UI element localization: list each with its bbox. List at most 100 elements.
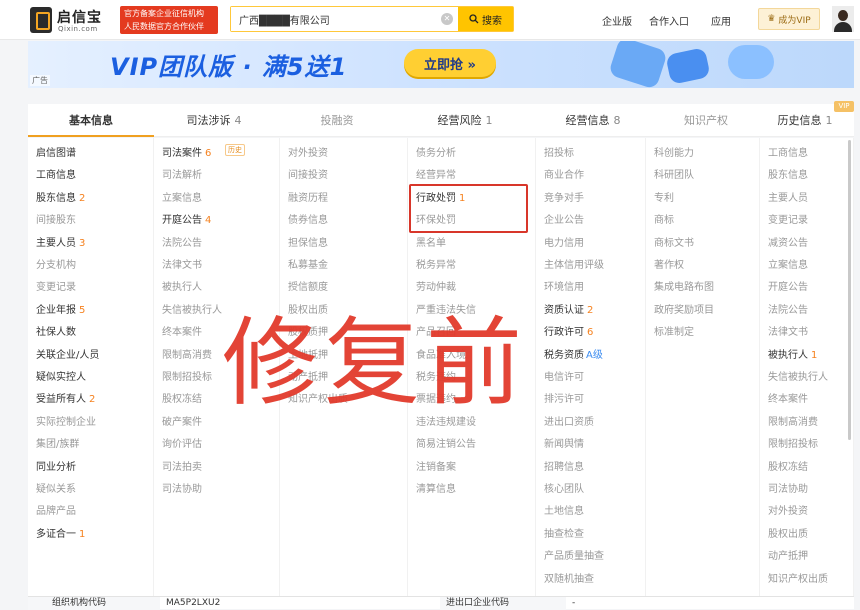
module-link[interactable]: 排污许可 bbox=[544, 393, 584, 407]
module-link[interactable]: 经营异常 bbox=[416, 169, 456, 183]
module-link[interactable]: 环境信用 bbox=[544, 281, 584, 295]
module-link[interactable]: 限制高消费 bbox=[162, 349, 212, 363]
scrollbar[interactable] bbox=[848, 140, 851, 440]
qixin-logo[interactable]: 启信宝 Qixin.com bbox=[30, 6, 110, 34]
module-link[interactable]: 司法协助 bbox=[768, 483, 808, 497]
module-link[interactable]: 集成电路布图 bbox=[654, 281, 714, 295]
module-link[interactable]: 失信被执行人 bbox=[768, 371, 828, 385]
module-link[interactable]: 法律文书 bbox=[162, 259, 202, 273]
module-link[interactable]: 间接投资 bbox=[288, 169, 328, 183]
module-link[interactable]: 品牌产品 bbox=[36, 505, 76, 519]
module-link[interactable]: 受益所有人 2 bbox=[36, 393, 95, 407]
module-link[interactable]: 双随机抽查 bbox=[544, 573, 594, 587]
module-link[interactable]: 商标 bbox=[654, 214, 674, 228]
module-link[interactable]: 电力信用 bbox=[544, 237, 584, 251]
module-link[interactable]: 融资历程 bbox=[288, 192, 328, 206]
tab-business-info[interactable]: 经营信息 8 bbox=[530, 104, 656, 137]
module-link[interactable]: 股东信息 2 bbox=[36, 192, 85, 206]
module-link[interactable]: 股权冻结 bbox=[162, 393, 202, 407]
module-link[interactable]: 资质认证 2 bbox=[544, 304, 593, 318]
module-link[interactable]: 企业年报 5 bbox=[36, 304, 85, 318]
module-link[interactable]: 企业公告 bbox=[544, 214, 584, 228]
module-link[interactable]: 科创能力 bbox=[654, 147, 694, 161]
module-link[interactable]: 工商信息 bbox=[768, 147, 808, 161]
module-link[interactable]: 同业分析 bbox=[36, 461, 76, 475]
clear-icon[interactable]: ✕ bbox=[441, 13, 453, 25]
module-link[interactable]: 税务资质 A级 bbox=[544, 349, 603, 363]
module-link[interactable]: 股权出质 bbox=[768, 528, 808, 542]
module-link[interactable]: 法院公告 bbox=[768, 304, 808, 318]
module-link[interactable]: 变更记录 bbox=[768, 214, 808, 228]
module-link[interactable]: 进出口资质 bbox=[544, 416, 594, 430]
user-avatar[interactable] bbox=[832, 6, 854, 32]
module-link[interactable]: 启信图谱 bbox=[36, 147, 76, 161]
module-link[interactable]: 失信被执行人 bbox=[162, 304, 222, 318]
module-link[interactable]: 社保人数 bbox=[36, 326, 76, 340]
module-link[interactable]: 商业合作 bbox=[544, 169, 584, 183]
tab-ip[interactable]: 知识产权 bbox=[656, 104, 756, 137]
module-link[interactable]: 主要人员 bbox=[768, 192, 808, 206]
tab-basic-info[interactable]: 基本信息 bbox=[28, 104, 154, 137]
module-link[interactable]: 知识产权出质 bbox=[768, 573, 828, 587]
module-link[interactable]: 新闻舆情 bbox=[544, 438, 584, 452]
module-link[interactable]: 注销备案 bbox=[416, 461, 456, 475]
tab-business-risk[interactable]: 经营风险 1 bbox=[400, 104, 530, 137]
tab-financing[interactable]: 投融资 bbox=[274, 104, 400, 137]
module-link[interactable]: 私募基金 bbox=[288, 259, 328, 273]
module-link[interactable]: 法律文书 bbox=[768, 326, 808, 340]
module-link[interactable]: 变更记录 bbox=[36, 281, 76, 295]
become-vip-button[interactable]: ♛ 成为VIP bbox=[758, 8, 820, 30]
tab-judicial[interactable]: 司法涉诉 4 bbox=[154, 104, 274, 137]
module-link[interactable]: 对外投资 bbox=[288, 147, 328, 161]
module-link[interactable]: 股东信息 bbox=[768, 169, 808, 183]
module-link[interactable]: 招聘信息 bbox=[544, 461, 584, 475]
module-link[interactable]: 开庭公告 bbox=[768, 281, 808, 295]
module-link[interactable]: 终本案件 bbox=[162, 326, 202, 340]
module-link[interactable]: 立案信息 bbox=[768, 259, 808, 273]
module-link[interactable]: 产品质量抽查 bbox=[544, 550, 604, 564]
module-link[interactable]: 疑似实控人 bbox=[36, 371, 86, 385]
module-link[interactable]: 电信许可 bbox=[544, 371, 584, 385]
module-link[interactable]: 多证合一 1 bbox=[36, 528, 85, 542]
module-link[interactable]: 主体信用评级 bbox=[544, 259, 604, 273]
module-link[interactable]: 疑似关系 bbox=[36, 483, 76, 497]
module-link[interactable]: 著作权 bbox=[654, 259, 684, 273]
module-link[interactable]: 限制招投标 bbox=[162, 371, 212, 385]
vip-promo-banner[interactable]: VIP团队版 · 满5送1 立即抢 » 广告 bbox=[28, 41, 854, 88]
module-link[interactable]: 减资公告 bbox=[768, 237, 808, 251]
module-link[interactable]: 司法案件 6 bbox=[162, 147, 211, 161]
module-link[interactable]: 税务异常 bbox=[416, 259, 456, 273]
module-link[interactable]: 担保信息 bbox=[288, 237, 328, 251]
module-link[interactable]: 实际控制企业 bbox=[36, 416, 96, 430]
module-link[interactable]: 核心团队 bbox=[544, 483, 584, 497]
module-link[interactable]: 询价评估 bbox=[162, 438, 202, 452]
module-link[interactable]: 债务分析 bbox=[416, 147, 456, 161]
module-link[interactable]: 标准制定 bbox=[654, 326, 694, 340]
module-link[interactable]: 被执行人 1 bbox=[768, 349, 817, 363]
module-link[interactable]: 破产案件 bbox=[162, 416, 202, 430]
module-link[interactable]: 政府奖励项目 bbox=[654, 304, 714, 318]
module-link[interactable]: 工商信息 bbox=[36, 169, 76, 183]
module-link[interactable]: 开庭公告 4 bbox=[162, 214, 211, 228]
module-link[interactable]: 对外投资 bbox=[768, 505, 808, 519]
banner-cta-button[interactable]: 立即抢 » bbox=[404, 49, 496, 77]
module-link[interactable]: 司法协助 bbox=[162, 483, 202, 497]
module-link[interactable]: 专利 bbox=[654, 192, 674, 206]
module-link[interactable]: 司法拍卖 bbox=[162, 461, 202, 475]
module-link[interactable]: 商标文书 bbox=[654, 237, 694, 251]
module-link[interactable]: 科研团队 bbox=[654, 169, 694, 183]
module-link[interactable]: 招投标 bbox=[544, 147, 574, 161]
module-link[interactable]: 土地信息 bbox=[544, 505, 584, 519]
module-link[interactable]: 集团/族群 bbox=[36, 438, 79, 452]
module-link[interactable]: 简易注销公告 bbox=[416, 438, 476, 452]
module-link[interactable]: 司法解析 bbox=[162, 169, 202, 183]
nav-apps[interactable]: 应用 bbox=[711, 13, 731, 28]
module-link[interactable]: 竞争对手 bbox=[544, 192, 584, 206]
search-input[interactable] bbox=[231, 7, 457, 31]
module-link[interactable]: 动产抵押 bbox=[768, 550, 808, 564]
module-link[interactable]: 法院公告 bbox=[162, 237, 202, 251]
module-link[interactable]: 限制招投标 bbox=[768, 438, 818, 452]
module-link[interactable]: 行政许可 6 bbox=[544, 326, 593, 340]
module-link[interactable]: 关联企业/人员 bbox=[36, 349, 99, 363]
module-link[interactable]: 清算信息 bbox=[416, 483, 456, 497]
